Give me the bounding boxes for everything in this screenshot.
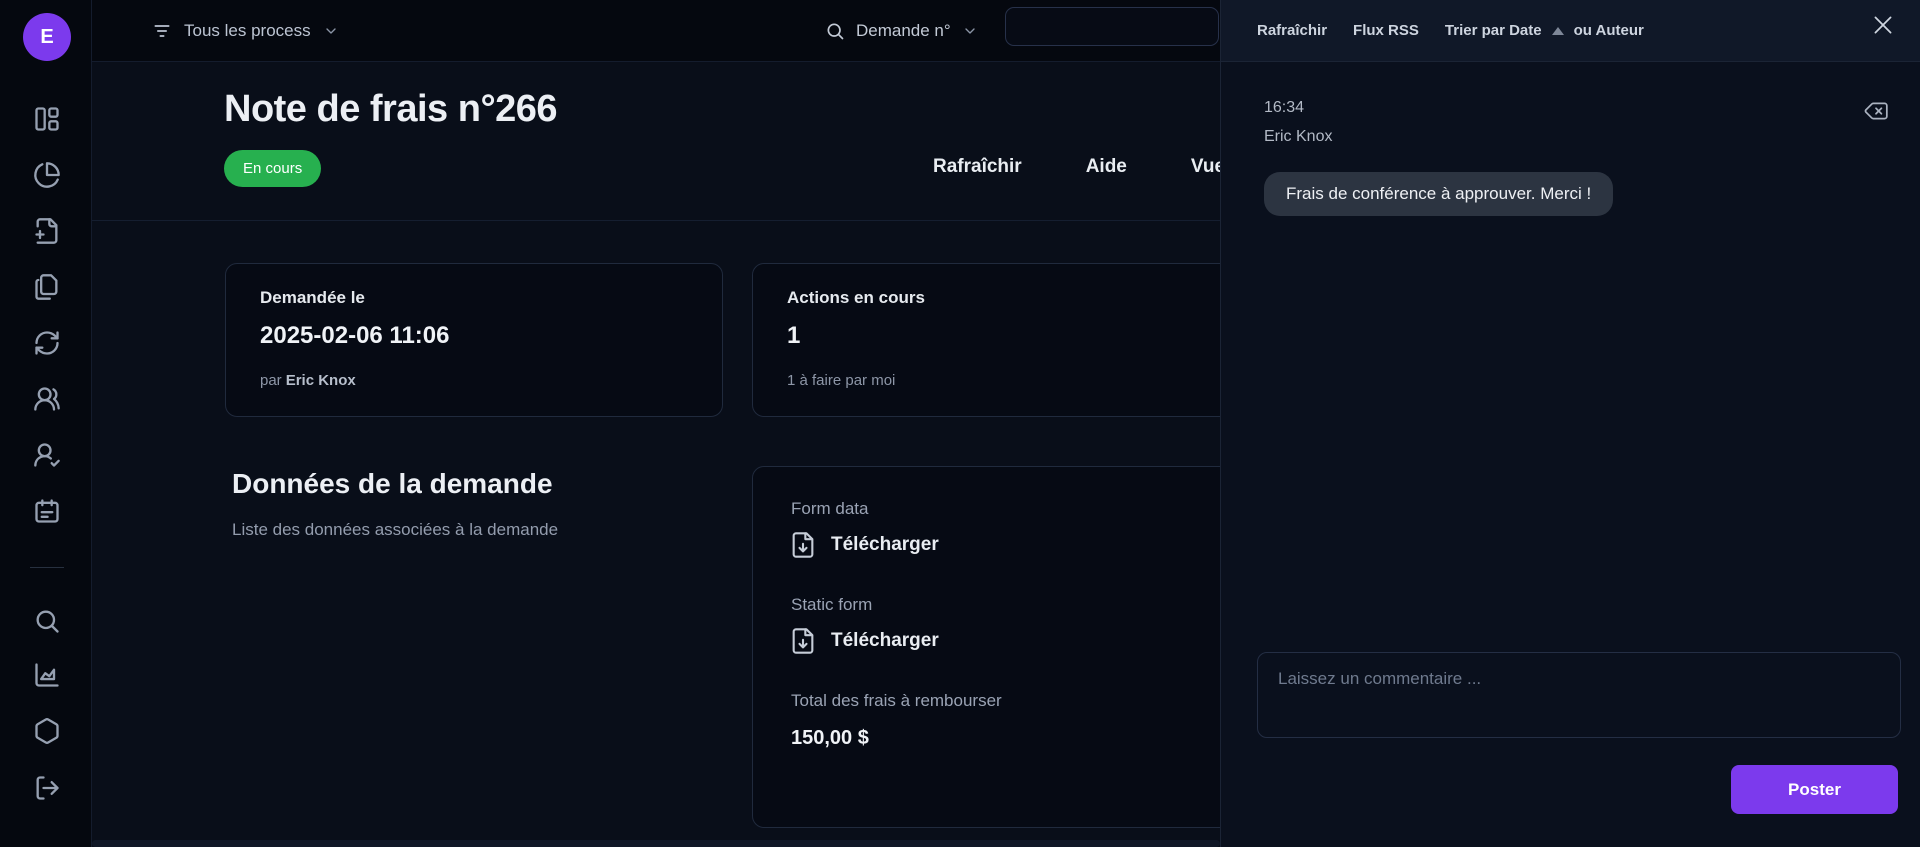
process-filter[interactable]: Tous les process bbox=[152, 0, 339, 62]
sidebar-item-users[interactable] bbox=[33, 385, 61, 413]
rss-feed-button[interactable]: Flux RSS bbox=[1353, 22, 1419, 39]
help-button[interactable]: Aide bbox=[1086, 156, 1127, 178]
card-subtext: parEric Knox bbox=[260, 372, 356, 389]
card-subtext: 1 à faire par moi bbox=[787, 372, 895, 389]
area-chart-icon bbox=[33, 661, 61, 689]
form-data-card: Form data Télécharger Static form Téléch… bbox=[752, 466, 1220, 828]
app-window: E bbox=[0, 0, 1920, 847]
search-type-label: Demande n° bbox=[856, 21, 951, 41]
topbar: Tous les process Demande n° bbox=[92, 0, 1220, 62]
comment-bubble: Frais de conférence à approuver. Merci ! bbox=[1264, 172, 1613, 216]
card-value: 2025-02-06 11:06 bbox=[260, 322, 450, 350]
form-group-label: Form data bbox=[791, 499, 868, 519]
status-badge: En cours bbox=[224, 150, 321, 187]
logout-icon bbox=[33, 774, 61, 802]
comments-panel: Rafraîchir Flux RSS Trier par Date ou Au… bbox=[1220, 0, 1920, 847]
file-download-icon bbox=[789, 531, 817, 559]
card-label: Demandée le bbox=[260, 288, 365, 308]
chevron-down-icon bbox=[962, 23, 978, 39]
request-date-card: Demandée le 2025-02-06 11:06 parEric Kno… bbox=[225, 263, 723, 417]
comment-time: 16:34 bbox=[1264, 99, 1304, 117]
sidebar-divider bbox=[30, 567, 64, 568]
requester-name: Eric Knox bbox=[286, 372, 356, 389]
sidebar-item-logout[interactable] bbox=[33, 774, 61, 802]
pie-chart-icon bbox=[33, 161, 61, 189]
avatar[interactable]: E bbox=[23, 13, 71, 61]
sidebar-item-search[interactable] bbox=[33, 607, 61, 635]
by-prefix: par bbox=[260, 372, 282, 389]
horizontal-scrollbar[interactable] bbox=[92, 840, 1220, 847]
download-link-label: Télécharger bbox=[831, 630, 939, 652]
sidebar-item-integrations[interactable] bbox=[33, 717, 61, 745]
sidebar-item-new-request[interactable] bbox=[33, 217, 61, 245]
comment-author: Eric Knox bbox=[1264, 128, 1332, 146]
comments-panel-header: Rafraîchir Flux RSS Trier par Date ou Au… bbox=[1221, 0, 1920, 62]
total-label: Total des frais à rembourser bbox=[791, 691, 1002, 711]
section-subheading: Liste des données associées à la demande bbox=[232, 520, 558, 540]
sidebar-item-statistics[interactable] bbox=[33, 661, 61, 689]
sort-by-author-button[interactable]: ou Auteur bbox=[1574, 22, 1644, 39]
post-button[interactable]: Poster bbox=[1731, 765, 1898, 814]
backspace-delete-icon bbox=[1863, 98, 1889, 124]
actions-card: Actions en cours 1 1 à faire par moi bbox=[752, 263, 1220, 417]
card-label: Actions en cours bbox=[787, 288, 925, 308]
section-divider bbox=[92, 220, 1220, 221]
process-filter-label: Tous les process bbox=[184, 21, 311, 41]
main-content: Note de frais n°266 En cours Rafraîchir … bbox=[92, 62, 1220, 847]
delete-comment-button[interactable] bbox=[1863, 98, 1889, 124]
sync-icon bbox=[33, 329, 61, 357]
sort-by-date-button[interactable]: Trier par Date bbox=[1445, 22, 1542, 39]
sidebar-item-requests[interactable] bbox=[33, 273, 61, 301]
main-actions: Rafraîchir Aide Vue bbox=[933, 156, 1220, 178]
section-heading: Données de la demande bbox=[232, 468, 553, 500]
search-icon bbox=[33, 607, 61, 635]
page-title: Note de frais n°266 bbox=[224, 88, 557, 131]
sidebar-item-reports[interactable] bbox=[33, 161, 61, 189]
sort-controls: Trier par Date ou Auteur bbox=[1445, 22, 1644, 39]
view-button[interactable]: Vue bbox=[1191, 156, 1220, 178]
download-link[interactable]: Télécharger bbox=[789, 627, 939, 655]
filter-icon bbox=[152, 21, 172, 41]
users-icon bbox=[33, 385, 61, 413]
close-icon bbox=[1870, 12, 1896, 38]
file-plus-icon bbox=[33, 217, 61, 245]
layout-dashboard-icon bbox=[33, 105, 61, 133]
sort-ascending-icon[interactable] bbox=[1552, 27, 1564, 35]
file-download-icon bbox=[789, 627, 817, 655]
panel-refresh-button[interactable]: Rafraîchir bbox=[1257, 22, 1327, 39]
refresh-button[interactable]: Rafraîchir bbox=[933, 156, 1022, 178]
files-icon bbox=[33, 273, 61, 301]
sidebar: E bbox=[0, 0, 92, 847]
sidebar-item-processes[interactable] bbox=[33, 329, 61, 357]
card-value: 1 bbox=[787, 322, 800, 350]
hexagon-icon bbox=[33, 717, 61, 745]
calendar-icon bbox=[33, 497, 61, 525]
chevron-down-icon bbox=[323, 23, 339, 39]
sidebar-item-delegations[interactable] bbox=[33, 441, 61, 469]
search-input[interactable] bbox=[1005, 7, 1219, 46]
sidebar-item-calendar[interactable] bbox=[33, 497, 61, 525]
user-check-icon bbox=[33, 441, 61, 469]
form-group-label: Static form bbox=[791, 595, 872, 615]
close-panel-button[interactable] bbox=[1870, 12, 1896, 38]
search-icon bbox=[825, 21, 845, 41]
total-value: 150,00 $ bbox=[791, 727, 869, 750]
download-link-label: Télécharger bbox=[831, 534, 939, 556]
search-type-selector[interactable]: Demande n° bbox=[825, 0, 978, 62]
comment-input[interactable] bbox=[1257, 652, 1901, 738]
sidebar-item-dashboard[interactable] bbox=[33, 105, 61, 133]
download-link[interactable]: Télécharger bbox=[789, 531, 939, 559]
